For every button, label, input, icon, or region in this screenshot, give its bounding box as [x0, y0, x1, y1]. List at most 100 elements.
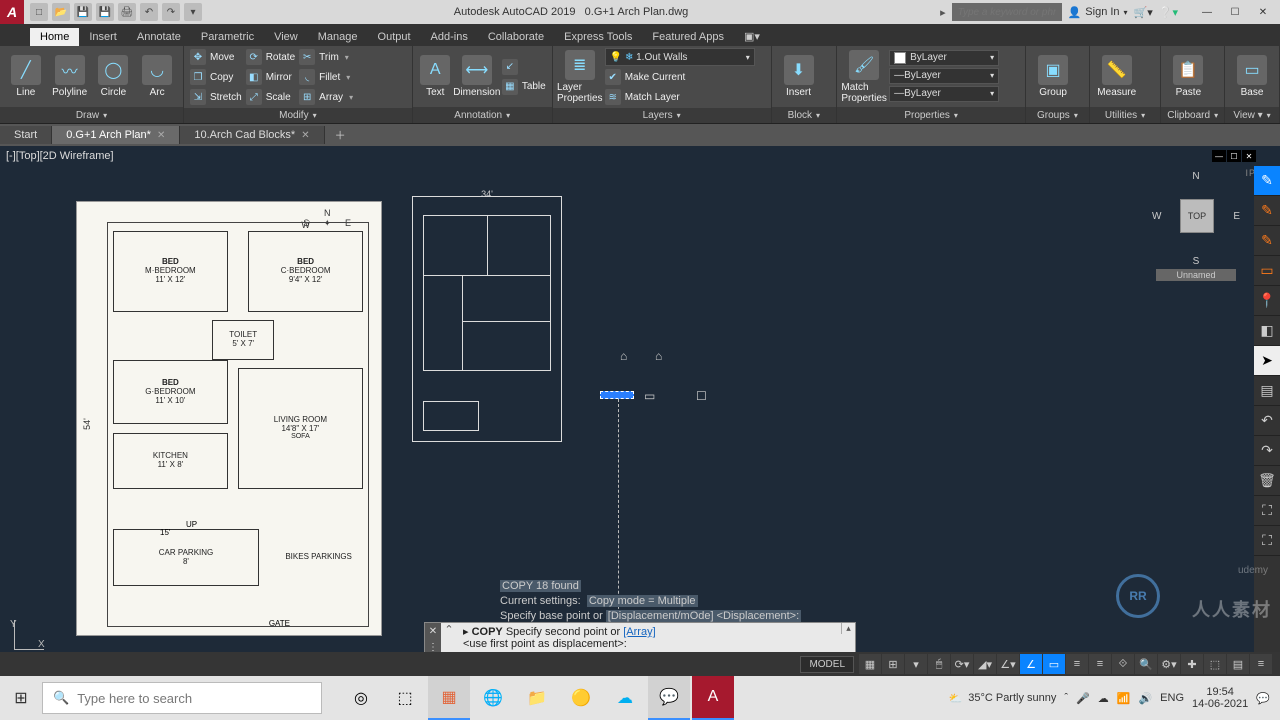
qat-new-icon[interactable]: □ [30, 3, 48, 21]
vp-max-icon[interactable]: ☐ [1227, 150, 1241, 162]
mirror-button[interactable]: ◧Mirror [246, 68, 295, 86]
tray-clock[interactable]: 19:5414-06-2021 [1192, 686, 1248, 710]
tab-output[interactable]: Output [368, 28, 421, 46]
qat-undo-icon[interactable]: ↶ [140, 3, 158, 21]
panel-title-modify[interactable]: Modify [184, 108, 412, 123]
qat-open-icon[interactable]: 📂 [52, 3, 70, 21]
qat-saveas-icon[interactable]: 💾 [96, 3, 114, 21]
pin-icon[interactable]: 📍 [1254, 286, 1280, 316]
task-view-icon[interactable]: ◎ [340, 676, 382, 720]
task-app-whatsapp[interactable]: 💬 [648, 676, 690, 720]
tab-addins[interactable]: Add-ins [421, 28, 478, 46]
undo-icon[interactable]: ↶ [1254, 406, 1280, 436]
snap-toggle[interactable]: ⊞ [882, 654, 904, 674]
color-combo[interactable]: ByLayer▾ [889, 50, 999, 66]
tab-extra-bullet[interactable]: ▣▾ [734, 27, 770, 46]
tab-parametric[interactable]: Parametric [191, 28, 264, 46]
annomon-icon[interactable]: ✚ [1181, 654, 1203, 674]
match-properties-button[interactable]: 🖌Match Properties [843, 50, 885, 104]
tray-cloud-icon[interactable]: ☁ [1098, 692, 1109, 705]
viewcube-wcs[interactable]: Unnamed [1156, 269, 1236, 281]
tab-collaborate[interactable]: Collaborate [478, 28, 554, 46]
tab-manage[interactable]: Manage [308, 28, 368, 46]
minimize-button[interactable]: — [1194, 3, 1220, 21]
new-tab-button[interactable]: ＋ [325, 124, 356, 146]
cmdline-expand-icon[interactable]: ▴ [841, 623, 855, 634]
tray-wifi-icon[interactable]: 📶 [1117, 692, 1131, 705]
annoscale-icon[interactable]: 🔍 [1135, 654, 1157, 674]
pencil-icon[interactable]: ✎ [1254, 196, 1280, 226]
tray-chevron-icon[interactable]: ˆ [1064, 692, 1068, 704]
group-button[interactable]: ▣Group [1032, 55, 1074, 98]
start-button[interactable]: ⊞ [0, 676, 42, 720]
make-current-button[interactable]: ✔Make Current [605, 68, 755, 86]
linetype-combo[interactable]: — ByLayer▾ [889, 86, 999, 102]
tray-mic-icon[interactable]: 🎤 [1076, 692, 1090, 705]
selected-block[interactable] [600, 391, 634, 399]
close-icon[interactable]: ✕ [157, 130, 165, 141]
text-button[interactable]: AText [419, 55, 452, 98]
cmdline-close-icon[interactable]: ✕ [425, 623, 441, 639]
close-icon[interactable]: ✕ [301, 130, 309, 141]
task-app-chrome[interactable]: 🟡 [560, 676, 602, 720]
cmdline-recent-icon[interactable]: ⌃ [441, 623, 457, 636]
leader-button[interactable]: ↙ [502, 58, 546, 76]
task-app-edge[interactable]: 🌐 [472, 676, 514, 720]
file-tab-cadblocks[interactable]: 10.Arch Cad Blocks*✕ [180, 126, 324, 144]
lw-toggle[interactable]: ≡ [1066, 654, 1088, 674]
weather-widget[interactable]: ⛅35°C Partly sunny [949, 692, 1057, 705]
dimension-button[interactable]: ⟷Dimension [456, 55, 498, 98]
tab-insert[interactable]: Insert [79, 28, 127, 46]
infer-icon[interactable]: ▾ [905, 654, 927, 674]
task-app-autocad[interactable]: A [692, 676, 734, 720]
model-toggle[interactable]: MODEL [800, 656, 854, 673]
osnap-toggle[interactable]: ∠▾ [997, 654, 1019, 674]
tab-view[interactable]: View [264, 28, 308, 46]
help-icon[interactable]: ❔▾ [1159, 6, 1178, 19]
vp-min-icon[interactable]: — [1212, 150, 1226, 162]
file-tab-archplan[interactable]: 0.G+1 Arch Plan*✕ [52, 126, 180, 144]
panel-title-view[interactable]: View ▾ [1225, 107, 1279, 123]
paste-button[interactable]: 📋Paste [1167, 55, 1209, 98]
task-app-explorer[interactable]: 📁 [516, 676, 558, 720]
array-button[interactable]: ⊞Array▾ [299, 88, 353, 106]
fillet-button[interactable]: ◟Fillet▾ [299, 68, 353, 86]
file-tab-start[interactable]: Start [0, 126, 52, 144]
keyword-search-input[interactable] [952, 3, 1062, 21]
annotator-pen-icon[interactable]: ✎ [1254, 166, 1280, 196]
units-icon[interactable]: ⬚ [1204, 654, 1226, 674]
view-cube[interactable]: N W TOP E S Unnamed [1156, 171, 1236, 281]
qat-plot-icon[interactable]: 🖨 [118, 3, 136, 21]
layer-properties-button[interactable]: ≣Layer Properties [559, 50, 601, 104]
task-app-skype[interactable]: ☁ [604, 676, 646, 720]
base-view-button[interactable]: ▭Base [1231, 55, 1273, 98]
lineweight-combo[interactable]: — ByLayer▾ [889, 68, 999, 84]
stretch-button[interactable]: ⇲Stretch [190, 88, 242, 106]
maximize-button[interactable]: ☐ [1222, 3, 1248, 21]
panel-title-layers[interactable]: Layers [553, 108, 771, 123]
copy-button[interactable]: ❐Copy [190, 68, 242, 86]
vp-close-icon[interactable]: ✕ [1242, 150, 1256, 162]
fit-icon[interactable]: ⛶ [1254, 526, 1280, 556]
tab-express[interactable]: Express Tools [554, 28, 642, 46]
close-button[interactable]: ✕ [1250, 3, 1276, 21]
insert-block-button[interactable]: ⬇Insert [778, 55, 820, 98]
task-app-1[interactable]: ▦ [428, 676, 470, 720]
command-line[interactable]: ✕ ⋮ ⌃ ▸ COPY Specify second point or [Ar… [424, 622, 856, 654]
qat-dropdown-icon[interactable]: ▾ [184, 3, 202, 21]
tray-lang[interactable]: ENG [1160, 692, 1184, 704]
measure-button[interactable]: 📏Measure [1096, 55, 1138, 98]
eraser-icon[interactable]: ◧ [1254, 316, 1280, 346]
trash-icon[interactable]: 🗑 [1254, 466, 1280, 496]
redo-icon[interactable]: ↷ [1254, 436, 1280, 466]
tab-home[interactable]: Home [30, 28, 79, 46]
arc-button[interactable]: ◡Arc [137, 55, 177, 98]
viewcube-face[interactable]: TOP [1180, 199, 1214, 233]
exchange-icon[interactable]: 🛒▾ [1134, 6, 1153, 19]
panel-title-block[interactable]: Block [772, 107, 837, 123]
highlighter-icon[interactable]: ✎ [1254, 226, 1280, 256]
panel-title-clipboard[interactable]: Clipboard [1161, 107, 1224, 123]
workspace-icon[interactable]: ⚙▾ [1158, 654, 1180, 674]
panel-title-annotation[interactable]: Annotation [413, 107, 552, 123]
info-search-icon[interactable]: ▸ [940, 6, 946, 19]
